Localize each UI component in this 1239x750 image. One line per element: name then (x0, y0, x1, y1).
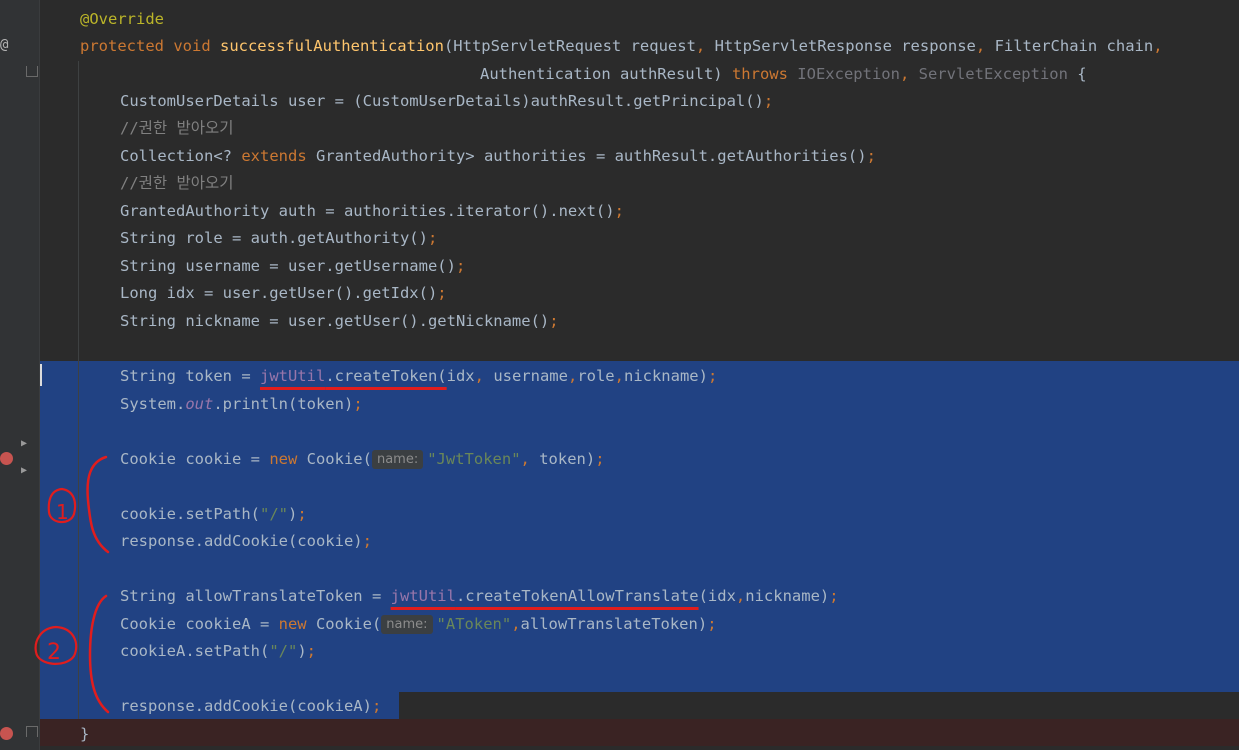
bracket-1-mark (86, 455, 110, 554)
handwritten-annotations: 1 2 (34, 455, 110, 714)
circle-1-label: 1 (56, 500, 69, 524)
circle-2-label: 2 (47, 640, 61, 665)
code-editor[interactable]: @Override protected void successfulAuthen… (0, 0, 1239, 750)
bracket-2-mark (88, 594, 110, 714)
